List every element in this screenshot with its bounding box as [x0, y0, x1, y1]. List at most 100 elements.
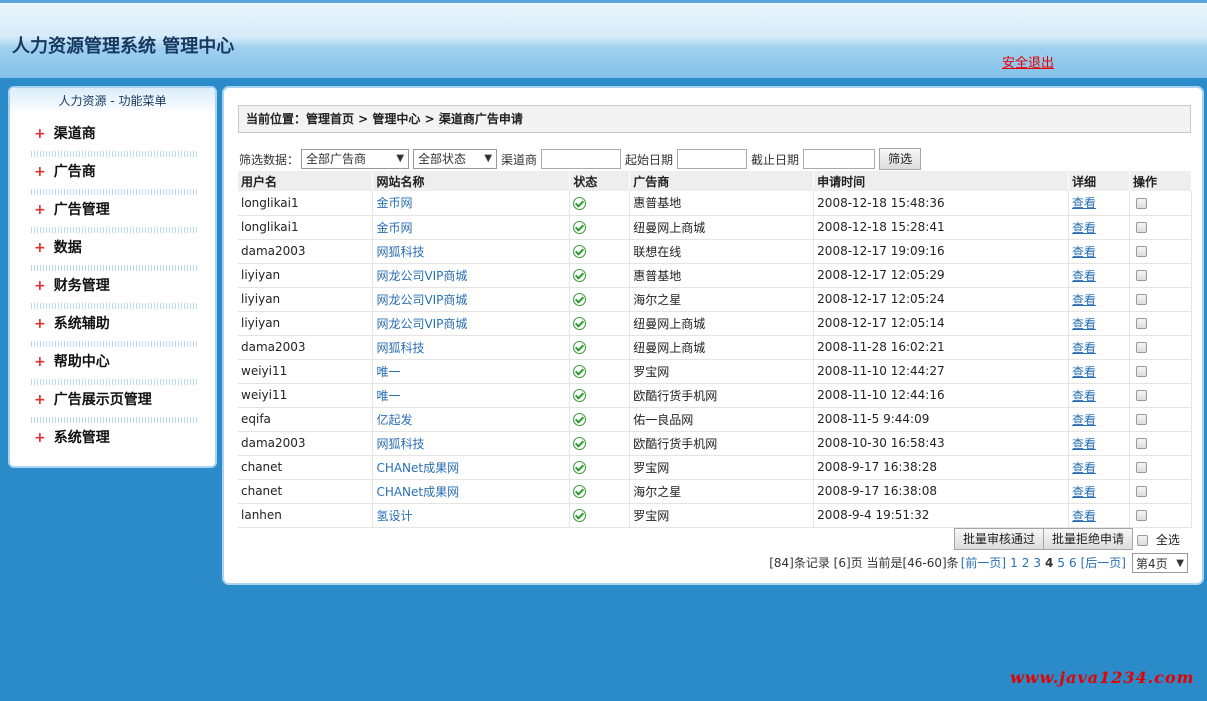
view-link[interactable]: 查看 — [1068, 311, 1130, 336]
logout-link[interactable]: 安全退出 — [1002, 52, 1054, 71]
sidebar-item[interactable]: + 数据 — [34, 238, 82, 258]
view-link[interactable]: 查看 — [1068, 383, 1130, 408]
cell-site-link[interactable]: 金币网 — [372, 215, 571, 240]
row-checkbox[interactable] — [1135, 246, 1147, 257]
start-date-input[interactable] — [677, 149, 748, 169]
cell-time: 2008-11-5 9:44:09 — [813, 407, 1070, 432]
channel-input[interactable] — [541, 149, 622, 169]
cell-site-link[interactable]: 金币网 — [372, 191, 571, 216]
view-link[interactable]: 查看 — [1068, 215, 1130, 240]
row-checkbox[interactable] — [1135, 390, 1147, 401]
sidebar-item[interactable]: + 广告展示页管理 — [34, 390, 152, 410]
view-link[interactable]: 查看 — [1068, 479, 1130, 504]
cell-time: 2008-11-10 12:44:27 — [813, 359, 1070, 384]
cell-advertiser: 纽曼网上商城 — [629, 311, 815, 336]
cell-action — [1129, 335, 1193, 360]
row-checkbox[interactable] — [1135, 366, 1147, 377]
cell-site-link[interactable]: 氢设计 — [372, 503, 571, 528]
cell-site-link[interactable]: 网龙公司VIP商城 — [372, 311, 571, 336]
cell-username: chanet — [238, 479, 374, 504]
row-checkbox[interactable] — [1135, 510, 1147, 521]
chevron-down-icon: ▼ — [484, 153, 493, 164]
cell-advertiser: 海尔之星 — [629, 287, 815, 312]
row-checkbox[interactable] — [1135, 197, 1147, 209]
sidebar-item[interactable]: + 帮助中心 — [34, 352, 110, 372]
prev-page-link[interactable]: [前一页] — [961, 553, 1006, 573]
view-link[interactable]: 查看 — [1068, 359, 1130, 384]
sidebar-item[interactable]: + 财务管理 — [34, 276, 110, 296]
row-checkbox[interactable] — [1135, 294, 1147, 305]
page-link[interactable]: 5 — [1057, 556, 1065, 570]
cell-site-link[interactable]: CHANet成果网 — [372, 455, 571, 480]
page-link[interactable]: 3 — [1033, 556, 1041, 570]
cell-advertiser: 佑一良品网 — [629, 407, 815, 432]
cell-site-link[interactable]: 亿起发 — [372, 407, 571, 432]
view-link[interactable]: 查看 — [1068, 191, 1130, 216]
cell-status — [569, 239, 631, 264]
view-link[interactable]: 查看 — [1068, 455, 1130, 480]
cell-site-link[interactable]: 网狐科技 — [372, 335, 571, 360]
view-link[interactable]: 查看 — [1068, 287, 1130, 312]
sidebar-divider — [31, 265, 197, 271]
sidebar-item[interactable]: + 广告管理 — [34, 200, 110, 220]
sidebar-item[interactable]: + 广告商 — [34, 162, 96, 182]
page-link[interactable]: 1 — [1010, 556, 1018, 570]
table-row: lanhen 氢设计 罗宝网 2008-9-4 19:51:32 查看 — [238, 503, 1193, 528]
cell-site-link[interactable]: 唯一 — [372, 359, 571, 384]
cell-site-link[interactable]: 网狐科技 — [372, 239, 571, 264]
row-checkbox[interactable] — [1135, 462, 1147, 473]
check-circle-icon — [573, 485, 587, 498]
row-checkbox[interactable] — [1135, 342, 1147, 353]
sidebar-item-label: 财务管理 — [53, 278, 110, 294]
page-link[interactable]: 6 — [1069, 556, 1077, 570]
cell-site-link[interactable]: 网狐科技 — [372, 431, 571, 456]
col-site: 网站名称 — [372, 171, 571, 191]
plus-icon: + — [34, 316, 46, 332]
end-date-input[interactable] — [803, 149, 876, 169]
row-checkbox[interactable] — [1135, 222, 1147, 233]
view-link[interactable]: 查看 — [1068, 503, 1130, 528]
table-row: weiyi11 唯一 欧酷行货手机网 2008-11-10 12:44:16 查看 — [238, 383, 1193, 408]
cell-site-link[interactable]: CHANet成果网 — [372, 479, 571, 504]
row-checkbox[interactable] — [1135, 438, 1147, 449]
sidebar-item[interactable]: + 系统辅助 — [34, 314, 110, 334]
cell-status — [569, 287, 631, 312]
status-select[interactable]: 全部状态 ▼ — [413, 149, 498, 169]
select-all-checkbox[interactable] — [1137, 535, 1148, 546]
row-checkbox[interactable] — [1135, 318, 1147, 329]
view-link[interactable]: 查看 — [1068, 239, 1130, 264]
cell-site-link[interactable]: 网龙公司VIP商城 — [372, 287, 571, 312]
header-band — [0, 78, 1207, 82]
advertiser-select[interactable]: 全部广告商 ▼ — [301, 149, 410, 169]
page-select[interactable]: 第4页 ▼ — [1132, 553, 1188, 573]
cell-site-link[interactable]: 网龙公司VIP商城 — [372, 263, 571, 288]
sidebar-item-label: 广告商 — [53, 164, 96, 180]
row-checkbox[interactable] — [1135, 270, 1147, 281]
sidebar-divider — [31, 303, 197, 309]
check-circle-icon — [573, 341, 587, 354]
check-circle-icon — [573, 317, 587, 330]
next-page-link[interactable]: [后一页] — [1081, 553, 1126, 573]
cell-advertiser: 惠普基地 — [629, 191, 815, 216]
status-select-value: 全部状态 — [418, 152, 467, 166]
view-link[interactable]: 查看 — [1068, 335, 1130, 360]
view-link[interactable]: 查看 — [1068, 431, 1130, 456]
sidebar-item[interactable]: + 渠道商 — [34, 124, 96, 144]
col-detail: 详细 — [1068, 171, 1130, 191]
view-link[interactable]: 查看 — [1068, 263, 1130, 288]
table-row: eqifa 亿起发 佑一良品网 2008-11-5 9:44:09 查看 — [238, 407, 1193, 432]
plus-icon: + — [34, 392, 46, 408]
cell-action — [1129, 479, 1193, 504]
view-link[interactable]: 查看 — [1068, 407, 1130, 432]
cell-site-link[interactable]: 唯一 — [372, 383, 571, 408]
cell-time: 2008-12-17 12:05:29 — [813, 263, 1070, 288]
sidebar-item[interactable]: + 系统管理 — [34, 428, 110, 448]
page-link[interactable]: 2 — [1022, 556, 1030, 570]
filter-button[interactable]: 筛选 — [879, 148, 922, 170]
cell-status — [569, 191, 631, 216]
row-checkbox[interactable] — [1135, 486, 1147, 497]
batch-approve-button[interactable]: 批量审核通过 — [954, 528, 1045, 550]
batch-reject-button[interactable]: 批量拒绝申请 — [1043, 528, 1134, 550]
row-checkbox[interactable] — [1135, 414, 1147, 425]
table-row: chanet CHANet成果网 罗宝网 2008-9-17 16:38:28 查看 — [238, 455, 1193, 480]
